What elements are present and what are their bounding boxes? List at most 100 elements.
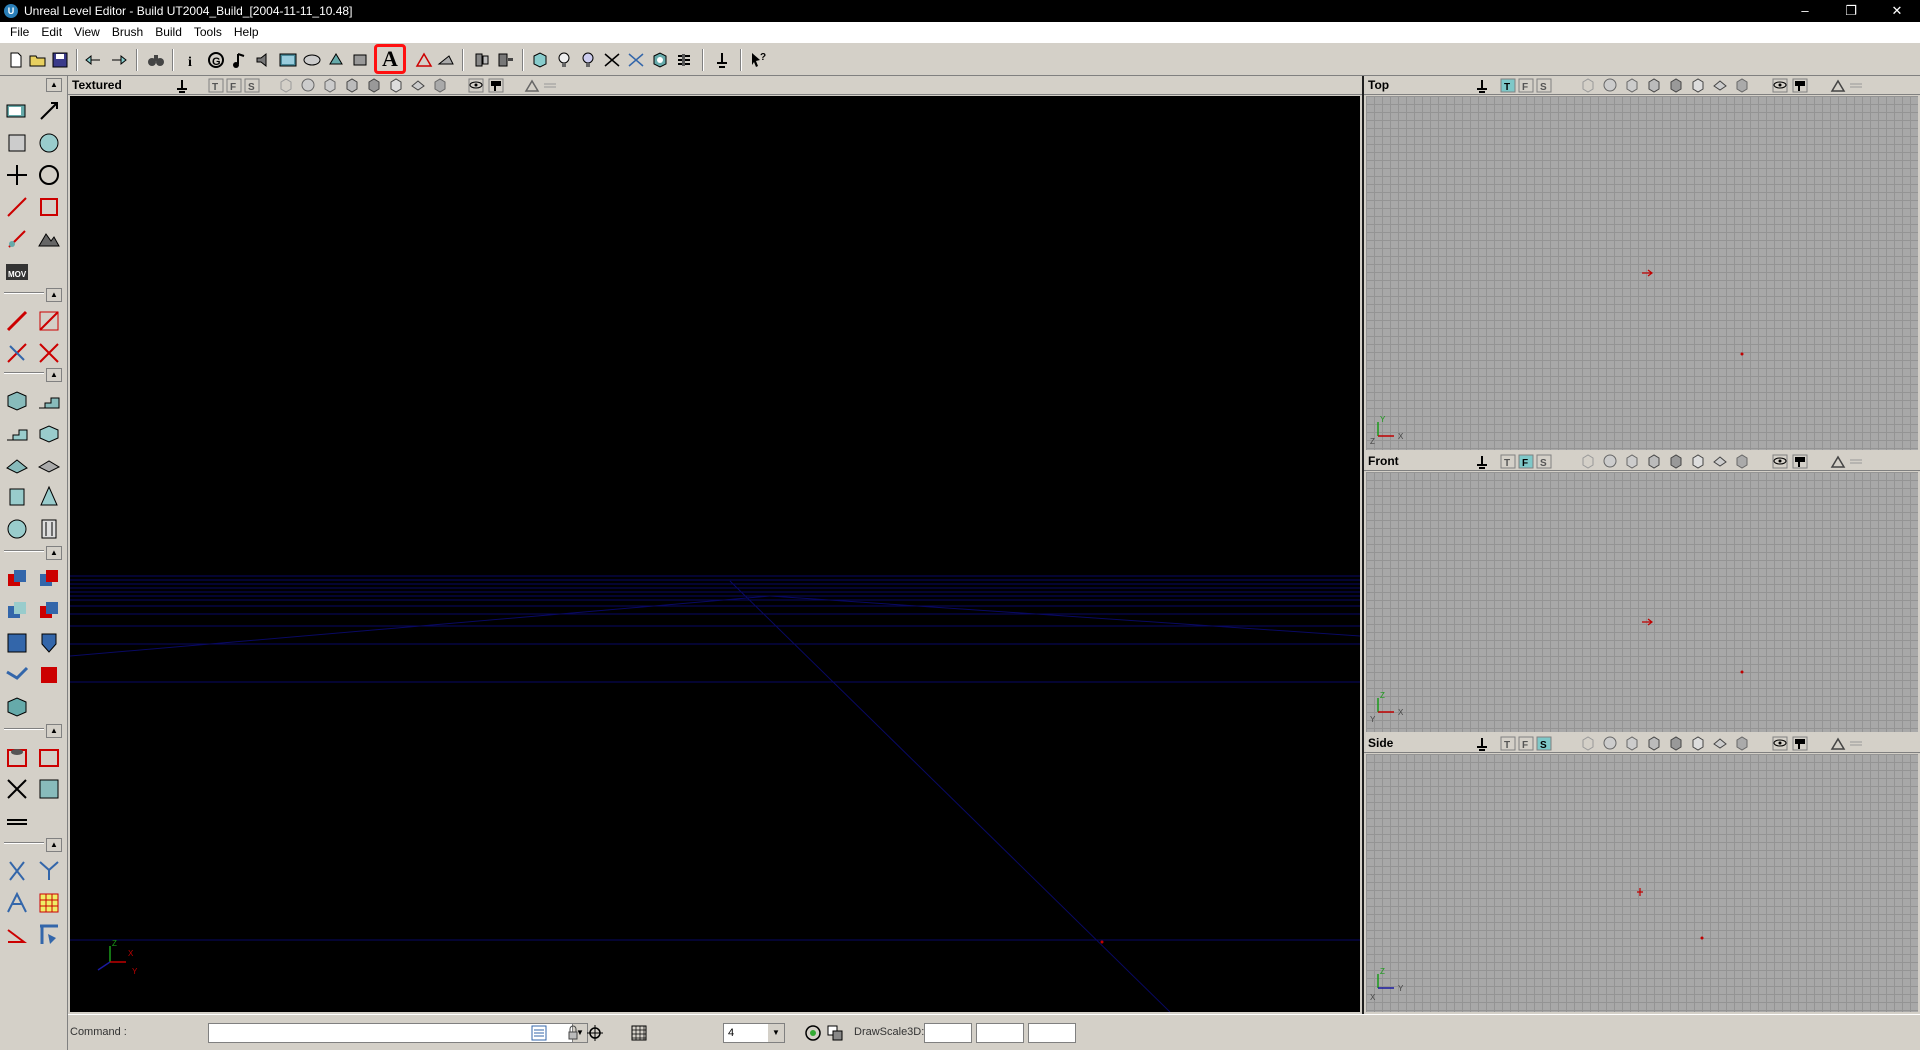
terrain-view-icon[interactable] bbox=[524, 78, 540, 93]
viewport-options-icon[interactable] bbox=[1474, 78, 1490, 93]
grid-snap-icon[interactable] bbox=[36, 890, 62, 916]
zoom-center-icon[interactable] bbox=[826, 1024, 844, 1042]
face-drag-icon[interactable] bbox=[36, 194, 62, 220]
view-side-button[interactable]: S bbox=[1536, 78, 1552, 93]
invert-selection-icon[interactable] bbox=[36, 776, 62, 802]
view-front-button[interactable]: F bbox=[226, 78, 242, 93]
viewport-menu-icon[interactable] bbox=[1848, 454, 1864, 469]
textured-view-icon[interactable] bbox=[1646, 454, 1662, 469]
delete-clip-icon[interactable] bbox=[36, 340, 62, 366]
viewport-side[interactable]: Side T F S Z Y X bbox=[1364, 734, 1920, 1014]
terrain-view-icon[interactable] bbox=[1830, 736, 1846, 751]
menu-tools[interactable]: Tools bbox=[188, 22, 228, 42]
prefab-browser-icon[interactable] bbox=[326, 50, 346, 70]
menu-view[interactable]: View bbox=[68, 22, 106, 42]
vertex-editing-icon[interactable] bbox=[36, 98, 62, 124]
polygon-icon[interactable] bbox=[4, 226, 30, 252]
build-options-icon[interactable] bbox=[674, 50, 694, 70]
collapse-arrow-icon[interactable]: ▲ bbox=[46, 724, 62, 738]
actor-properties-icon[interactable] bbox=[496, 50, 516, 70]
lock-viewport-icon[interactable] bbox=[488, 78, 504, 93]
wireframe-cube-icon[interactable] bbox=[1580, 454, 1596, 469]
viewport-menu-icon[interactable] bbox=[542, 78, 558, 93]
matinee-icon[interactable] bbox=[436, 50, 456, 70]
textured-view-icon[interactable] bbox=[1646, 736, 1662, 751]
dynamic-light-view-icon[interactable] bbox=[1668, 78, 1684, 93]
lighting-only-view-icon[interactable] bbox=[410, 78, 426, 93]
view-front-button[interactable]: F bbox=[1518, 736, 1534, 751]
viewport-options-icon[interactable] bbox=[174, 78, 190, 93]
viewport-menu-icon[interactable] bbox=[1848, 736, 1864, 751]
collapse-arrow-icon[interactable]: ▲ bbox=[46, 546, 62, 560]
flip-clip-icon[interactable] bbox=[4, 340, 30, 366]
build-changed-paths-icon[interactable] bbox=[626, 50, 646, 70]
music-browser-icon[interactable] bbox=[230, 50, 250, 70]
brush-clip-icon[interactable] bbox=[4, 194, 30, 220]
drawscale-x-field[interactable] bbox=[924, 1023, 972, 1043]
collapse-arrow-icon[interactable]: ▲ bbox=[46, 368, 62, 382]
viewport-perspective[interactable]: Textured T F S Z X Y bbox=[68, 76, 1362, 1014]
viewport-front[interactable]: Front T F S Z X Y bbox=[1364, 452, 1920, 734]
view-top-button[interactable]: T bbox=[1500, 78, 1516, 93]
dynamic-light-view-icon[interactable] bbox=[1668, 736, 1684, 751]
csg-intersect-icon[interactable] bbox=[4, 598, 30, 624]
plane-builder-icon[interactable] bbox=[36, 452, 62, 478]
viewport-menu-icon[interactable] bbox=[1848, 78, 1864, 93]
depth-complexity-view-icon[interactable] bbox=[432, 78, 448, 93]
lock-viewport-icon[interactable] bbox=[1792, 78, 1808, 93]
menu-brush[interactable]: Brush bbox=[106, 22, 149, 42]
bsp-view-icon[interactable] bbox=[1624, 78, 1640, 93]
close-button[interactable]: ✕ bbox=[1874, 0, 1920, 22]
lighting-only-view-icon[interactable] bbox=[1712, 736, 1728, 751]
realtime-preview-eye-icon[interactable] bbox=[1772, 454, 1788, 469]
csg-deintersect-icon[interactable] bbox=[36, 598, 62, 624]
view-top-button[interactable]: T bbox=[1500, 736, 1516, 751]
build-lighting-changed-icon[interactable] bbox=[578, 50, 598, 70]
csg-subtract-icon[interactable] bbox=[36, 566, 62, 592]
terrain-mode-icon[interactable] bbox=[36, 226, 62, 252]
show-selected-icon[interactable] bbox=[4, 744, 30, 770]
build-paths-icon[interactable] bbox=[602, 50, 622, 70]
add-static-mesh-icon[interactable] bbox=[4, 662, 30, 688]
menu-file[interactable]: File bbox=[4, 22, 35, 42]
view-top-button[interactable]: T bbox=[208, 78, 224, 93]
group-browser-icon[interactable]: G bbox=[206, 50, 226, 70]
rotate-mode-icon[interactable] bbox=[36, 130, 62, 156]
view-side-button[interactable]: S bbox=[1536, 736, 1552, 751]
redo-arrow-icon[interactable] bbox=[108, 50, 128, 70]
restore-button[interactable]: ❐ bbox=[1828, 0, 1874, 22]
sound-browser-icon[interactable] bbox=[254, 50, 274, 70]
mirror-x-icon[interactable] bbox=[4, 858, 30, 884]
unlit-view-icon[interactable] bbox=[1690, 454, 1706, 469]
viewport-options-icon[interactable] bbox=[1474, 736, 1490, 751]
lock-viewport-icon[interactable] bbox=[1792, 454, 1808, 469]
view-top-button[interactable]: T bbox=[1500, 454, 1516, 469]
camera-mode-icon[interactable] bbox=[4, 98, 30, 124]
open-folder-icon[interactable] bbox=[28, 50, 48, 70]
viewport-top[interactable]: Top T F S Y X Z bbox=[1364, 76, 1920, 452]
context-help-icon[interactable]: ? bbox=[748, 50, 768, 70]
cube-builder-icon[interactable] bbox=[4, 388, 30, 414]
menu-edit[interactable]: Edit bbox=[35, 22, 68, 42]
linear-stair-icon[interactable] bbox=[36, 388, 62, 414]
search-binoculars-icon[interactable] bbox=[146, 50, 166, 70]
brush-clip-line-icon[interactable] bbox=[4, 308, 30, 334]
wireframe-cube-icon[interactable] bbox=[278, 78, 294, 93]
terrain-view-icon[interactable] bbox=[1830, 454, 1846, 469]
play-level-icon[interactable] bbox=[712, 50, 732, 70]
rotate-snap-icon[interactable] bbox=[4, 922, 30, 948]
menu-build[interactable]: Build bbox=[149, 22, 188, 42]
actor-browser-button[interactable]: A bbox=[374, 44, 406, 74]
terrain-editing-icon[interactable] bbox=[414, 50, 434, 70]
terrain-view-icon[interactable] bbox=[1830, 78, 1846, 93]
view-front-button[interactable]: F bbox=[1518, 454, 1534, 469]
split-clip-icon[interactable] bbox=[36, 308, 62, 334]
sheet-builder-icon[interactable] bbox=[4, 452, 30, 478]
minimize-button[interactable]: – bbox=[1782, 0, 1828, 22]
side-canvas[interactable]: Z Y X bbox=[1366, 754, 1918, 1012]
bsp-view-icon[interactable] bbox=[1624, 736, 1640, 751]
realtime-preview-eye-icon[interactable] bbox=[1772, 736, 1788, 751]
depth-complexity-view-icon[interactable] bbox=[1734, 78, 1750, 93]
move-mode-icon[interactable] bbox=[4, 162, 30, 188]
log-window-icon[interactable] bbox=[530, 1024, 548, 1042]
